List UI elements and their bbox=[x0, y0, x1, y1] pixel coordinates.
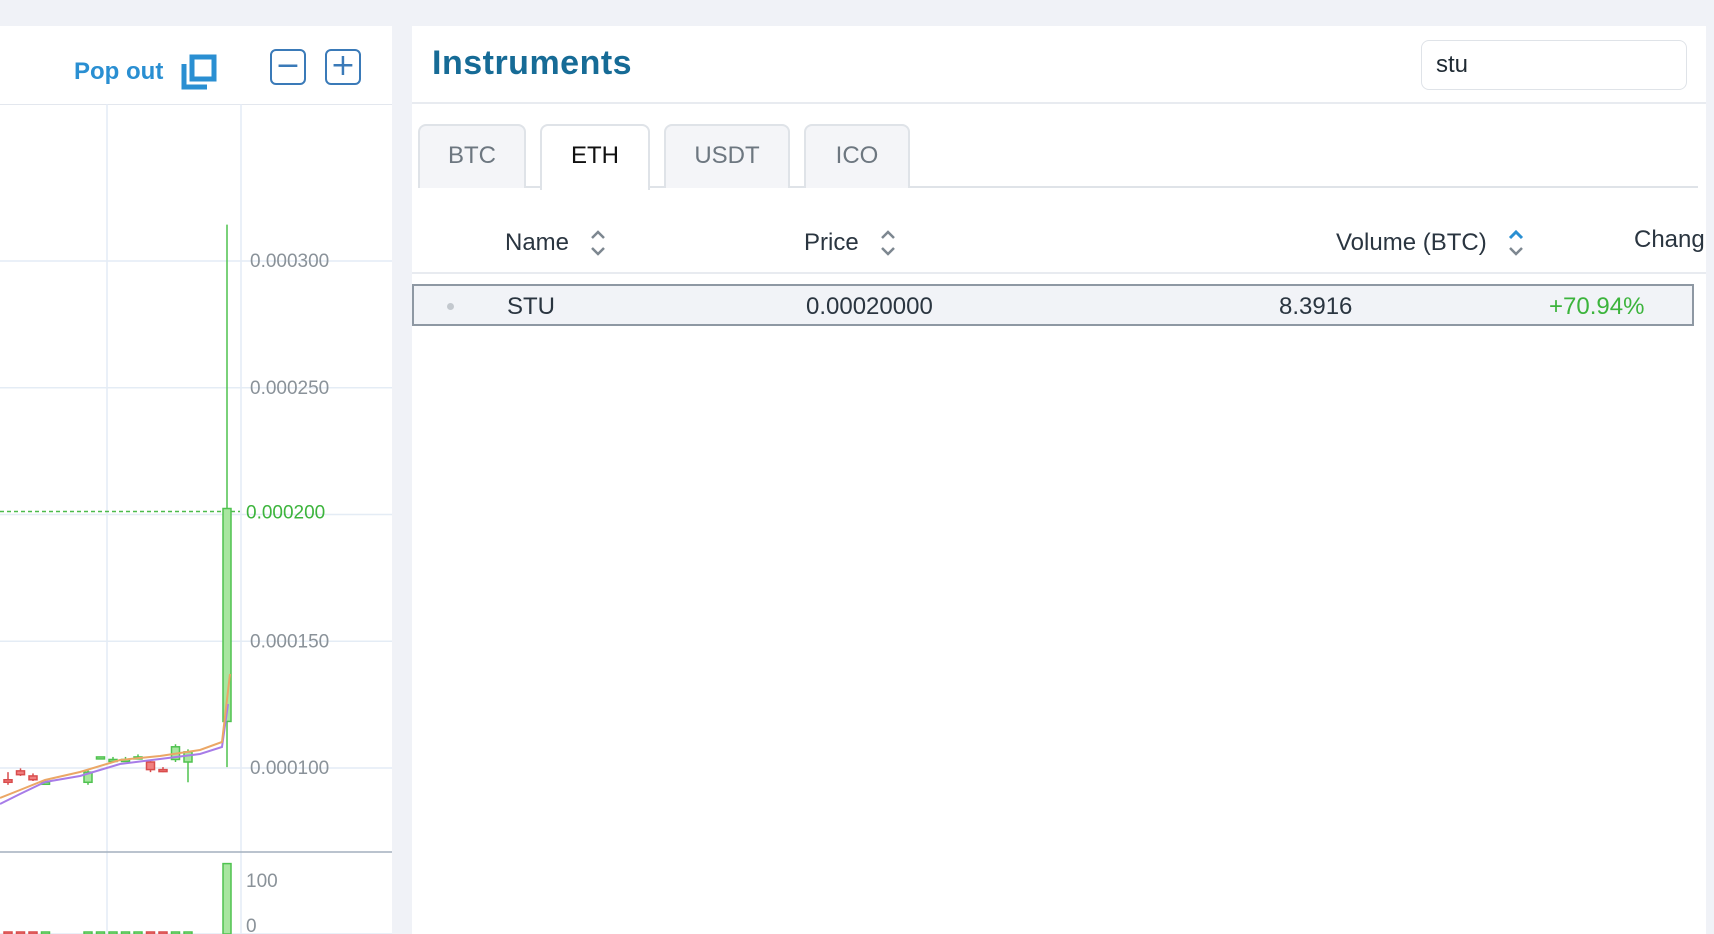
price-tick-label: 0.000250 bbox=[250, 378, 329, 399]
candle-body bbox=[222, 507, 232, 723]
panel-title: Instruments bbox=[432, 44, 633, 82]
candle-body bbox=[145, 761, 156, 771]
column-price-label: Price bbox=[804, 229, 859, 256]
price-tick-label: 0.000150 bbox=[250, 631, 329, 652]
candle-body bbox=[28, 775, 38, 781]
pop-out-icon bbox=[181, 54, 217, 90]
candle-body bbox=[95, 756, 106, 760]
table-row[interactable]: STU 0.00020000 8.3916 +70.94% bbox=[412, 284, 1694, 326]
candle-body bbox=[3, 778, 13, 784]
column-change-header[interactable]: Chang bbox=[1634, 226, 1705, 254]
candle-body bbox=[15, 770, 26, 776]
column-name-header[interactable]: Name bbox=[505, 226, 607, 260]
zoom-out-icon: − bbox=[275, 48, 301, 83]
volume-bar bbox=[222, 862, 232, 934]
row-volume: 8.3916 bbox=[1279, 293, 1353, 320]
candle-body bbox=[158, 768, 168, 773]
price-tick-label: 0.000300 bbox=[250, 251, 329, 272]
tab-usdt[interactable]: USDT bbox=[664, 124, 790, 188]
price-tick-label: 0.000100 bbox=[250, 758, 329, 779]
market-tabs: BTC ETH USDT ICO bbox=[418, 124, 1698, 190]
favorite-dot-icon[interactable] bbox=[447, 303, 454, 310]
row-price: 0.00020000 bbox=[806, 293, 933, 320]
zoom-out-button[interactable]: − bbox=[270, 49, 306, 85]
column-name-label: Name bbox=[505, 229, 570, 256]
instruments-panel: Instruments BTC ETH USDT ICO Name Price … bbox=[412, 26, 1706, 934]
zoom-in-button[interactable]: + bbox=[325, 49, 361, 85]
volume-tick-label: 0 bbox=[246, 916, 257, 934]
tab-eth[interactable]: ETH bbox=[540, 124, 650, 190]
tab-ico[interactable]: ICO bbox=[804, 124, 910, 188]
row-change: +70.94% bbox=[1549, 293, 1645, 320]
column-price-header[interactable]: Price bbox=[804, 226, 897, 260]
instruments-header: Instruments bbox=[412, 26, 1706, 104]
column-volume-label: Volume (BTC) bbox=[1336, 229, 1487, 256]
moving-average-line bbox=[0, 703, 229, 805]
tab-btc[interactable]: BTC bbox=[418, 124, 526, 188]
pop-out-label: Pop out bbox=[74, 58, 164, 85]
search-input[interactable] bbox=[1421, 40, 1687, 90]
chart-panel: Pop out − + 0.000300 0.000250 0.000150 0.00… bbox=[0, 26, 392, 934]
price-chart[interactable]: 0.000300 0.000250 0.000150 0.000100 0.000200… bbox=[0, 104, 392, 934]
current-price-label: 0.000200 bbox=[246, 503, 325, 524]
pop-out-button[interactable]: Pop out bbox=[74, 54, 217, 90]
column-volume-header[interactable]: Volume (BTC) bbox=[1336, 226, 1525, 260]
sort-active-icon bbox=[1508, 229, 1523, 256]
sort-icon bbox=[880, 230, 895, 256]
column-change-label: Chang bbox=[1634, 226, 1705, 253]
chart-header: Pop out − + bbox=[0, 26, 392, 105]
volume-tick-label: 100 bbox=[246, 871, 278, 892]
row-name: STU bbox=[507, 293, 555, 320]
table-header: Name Price Volume (BTC) Chang bbox=[412, 202, 1706, 274]
zoom-in-icon: + bbox=[330, 48, 356, 83]
sort-icon bbox=[591, 230, 605, 256]
candle-body bbox=[183, 751, 193, 763]
